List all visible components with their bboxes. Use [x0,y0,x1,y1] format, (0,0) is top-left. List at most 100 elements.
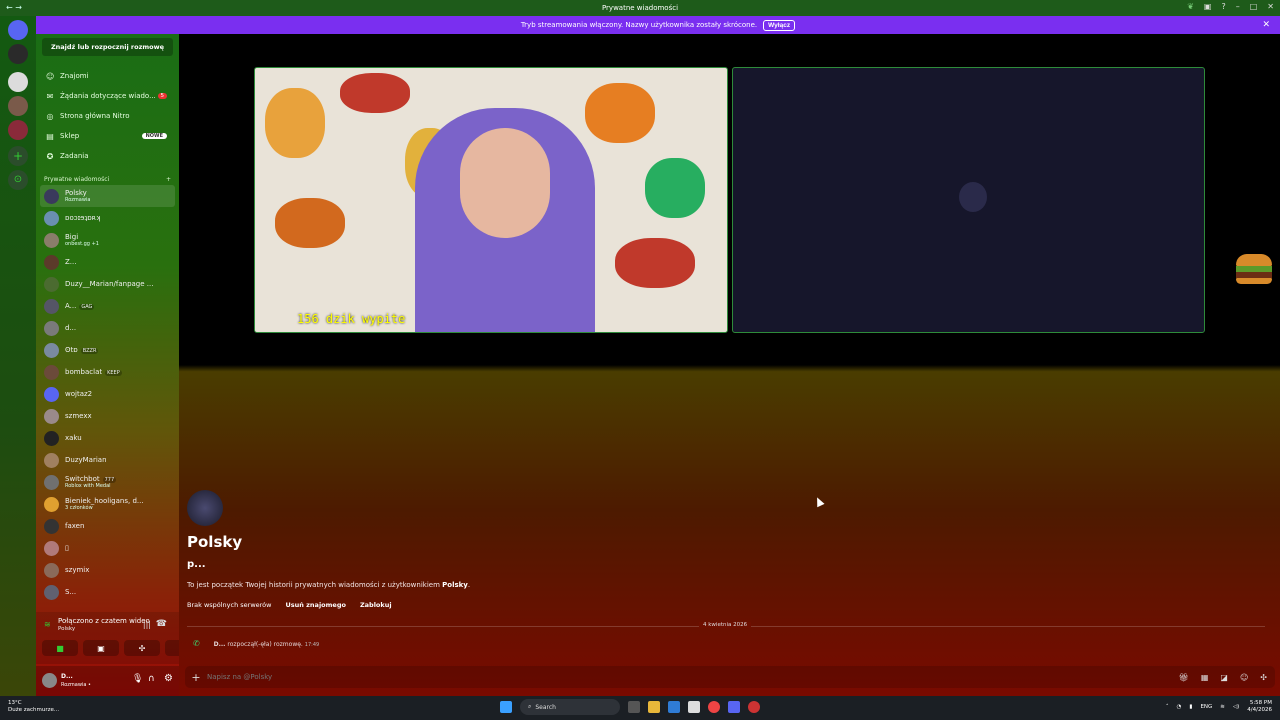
dm-item[interactable]: d... [36,317,179,339]
caller-name[interactable]: D... [214,641,226,648]
store-icon[interactable] [688,701,700,713]
nitro-icon: ◎ [46,111,54,121]
nav-label: Zadania [60,152,89,160]
gif-icon[interactable]: ▦ [1201,673,1209,682]
dm-item[interactable]: A... GAG [36,295,179,317]
nav-friends[interactable]: ☺ Znajomi [36,66,179,86]
server-icon[interactable] [8,120,28,140]
message-composer: + 🎁︎ ▦ ◪ ☺ ✣ [185,666,1275,688]
server-icon[interactable] [8,72,28,92]
main-content: 156 dzik wypite Polsky p... To jest pocz… [179,34,1280,696]
user-status: Rozmawia • [61,682,91,688]
add-dm-icon[interactable]: + [166,176,171,183]
headphones-icon[interactable]: ∩ [148,674,155,684]
file-explorer-icon[interactable] [648,701,660,713]
server-icon[interactable] [8,96,28,116]
network-icon[interactable]: ◔ [1177,704,1182,710]
emoji-icon[interactable]: ☺ [1240,673,1248,682]
explore-icon[interactable]: ⊙ [8,170,28,190]
add-server-icon[interactable]: + [8,146,28,166]
dm-name: szmexx [65,412,92,420]
discord-icon[interactable] [728,701,740,713]
dm-item[interactable]: Bigi onbest.gg +1 [36,229,179,251]
dm-item[interactable]: szymix [36,559,179,581]
nav-nitro[interactable]: ◎ Strona główna Nitro [36,106,179,126]
camera-button[interactable]: ■ [42,640,78,656]
volume-icon[interactable]: ◁) [1233,704,1239,710]
language-indicator[interactable]: ENG [1200,704,1212,710]
avatar[interactable] [42,673,57,688]
video-tile-local[interactable]: 156 dzik wypite [254,67,728,333]
close-icon[interactable]: ✕ [1262,20,1270,30]
avatar[interactable] [187,490,223,526]
usb-icon[interactable]: ▮ [1189,704,1192,710]
dm-item[interactable]: faxen [36,515,179,537]
user-name: D... [61,673,73,680]
disable-streamer-mode-button[interactable]: Wyłącz [763,19,796,31]
dm-item[interactable]: xaku [36,427,179,449]
nav-label: Strona główna Nitro [60,112,130,120]
apps-icon[interactable]: ✣ [1260,673,1267,682]
dm-item[interactable]: Z... [36,251,179,273]
maximize-button[interactable]: □ [1250,2,1258,11]
nav-label: Sklep [60,132,80,140]
window-controls: ❦ ▣ ? – □ ✕ [1187,2,1274,11]
dm-item[interactable]: bombaclat KEEP [36,361,179,383]
noise-icon[interactable]: ||| [143,620,151,629]
task-view-icon[interactable] [628,701,640,713]
message-input[interactable] [207,673,507,681]
inbox-icon[interactable]: ▣ [1204,2,1212,11]
voice-channel[interactable]: Polsky [58,626,75,632]
dm-name: Bigi [65,233,79,241]
dm-item[interactable]: szmexx [36,405,179,427]
start-icon[interactable] [500,701,512,713]
nav-arrows[interactable]: ← → [6,3,22,12]
screen-share-button[interactable]: ▣ [83,640,119,656]
quests-icon: ✪ [46,151,54,161]
dm-text: Bieniek_hooligans, d... 3 członków [65,497,144,511]
disconnect-icon[interactable]: ☎ [156,619,167,629]
dm-item[interactable]: S... [36,581,179,603]
find-conversation-button[interactable]: Znajdź lub rozpocznij rozmowę [42,38,173,56]
gift-icon[interactable]: 🎁︎ [1179,673,1189,682]
server-icon[interactable] [8,44,28,64]
leaf-icon[interactable]: ❦ [1187,2,1194,11]
sticker-icon[interactable]: ◪ [1220,673,1228,682]
activities-button[interactable]: ✣ [124,640,160,656]
clock[interactable]: 5:58 PM 4/4/2026 [1247,700,1272,714]
dm-item[interactable]: ▯ [36,537,179,559]
block-button[interactable]: Zablokuj [360,601,392,609]
avatar [959,182,987,212]
close-button[interactable]: ✕ [1267,2,1274,11]
settings-icon[interactable]: ⚙ [164,673,173,684]
attach-icon[interactable]: + [185,671,207,684]
app-icon[interactable] [748,701,760,713]
dm-item[interactable]: DuzyMarian [36,449,179,471]
wifi-icon[interactable]: ≋ [1220,704,1225,710]
requests-badge: 5 [157,93,167,99]
nav-quests[interactable]: ✪ Zadania [36,146,179,166]
taskbar-search[interactable]: ⌕ Search [520,699,620,715]
dm-item[interactable]: Duzy__Marian/fanpage ... [36,273,179,295]
photos-icon[interactable] [668,701,680,713]
call-system-message: ✆ D... rozpoczął(-ęła) rozmowę. 17:49 [193,639,319,648]
remove-friend-button[interactable]: Usuń znajomego [285,601,345,609]
system-tray: ˄ ◔ ▮ ENG ≋ ◁) 5:58 PM 4/4/2026 [1166,700,1272,714]
help-icon[interactable]: ? [1221,2,1225,11]
dm-item[interactable]: ɒoɔɪɘʇɒʀʞ [36,207,179,229]
video-tile-remote[interactable] [732,67,1205,333]
nav-shop[interactable]: ▤ Sklep NOWE [36,126,179,146]
dm-item[interactable]: wojtaz2 [36,383,179,405]
chrome-icon[interactable] [708,701,720,713]
chevron-up-icon[interactable]: ˄ [1166,704,1169,710]
dm-item[interactable]: Polsky Rozmawia [40,185,175,207]
weather-widget[interactable]: 13°C Duże zachmurze... [8,700,59,714]
microphone-icon[interactable]: 🎙︎ [132,674,143,684]
dm-item[interactable]: ʘtɒ BZZR [36,339,179,361]
minimize-button[interactable]: – [1236,2,1240,11]
nav-message-requests[interactable]: ✉ Żądania dotyczące wiado... 5 [36,86,179,106]
dm-item[interactable]: Bieniek_hooligans, d... 3 członków [36,493,179,515]
discord-home-icon[interactable] [8,20,28,40]
dm-item[interactable]: Switchbot 777 Roblox with Medal [36,471,179,493]
profile-name: Polsky [187,533,243,551]
